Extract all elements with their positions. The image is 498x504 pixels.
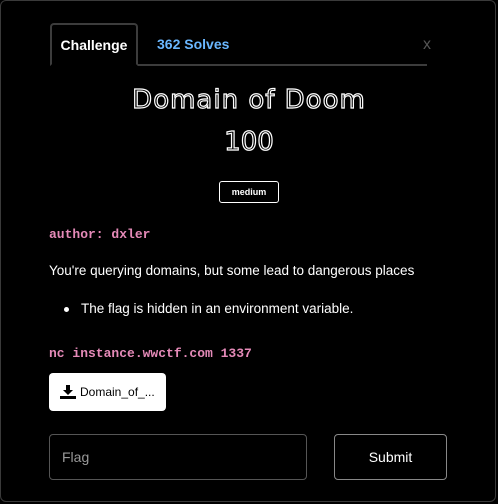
challenge-modal: Challenge 362 Solves x Domain of Doom 10… bbox=[0, 0, 496, 502]
connection-string: nc instance.wwctf.com 1337 bbox=[49, 346, 252, 361]
tab-challenge[interactable]: Challenge bbox=[50, 23, 138, 66]
download-file-label: Domain_of_... bbox=[80, 385, 155, 399]
tab-solves[interactable]: 362 Solves bbox=[157, 23, 229, 66]
challenge-title: Domain of Doom bbox=[132, 84, 366, 115]
modal-tabs: Challenge 362 Solves bbox=[50, 23, 427, 66]
submit-button[interactable]: Submit bbox=[334, 434, 447, 480]
author-line: author: dxler bbox=[49, 227, 151, 242]
difficulty-badge: medium bbox=[219, 181, 279, 203]
hint-list: The flag is hidden in an environment var… bbox=[49, 301, 353, 316]
challenge-description: You're querying domains, but some lead t… bbox=[49, 263, 415, 278]
download-file-button[interactable]: Domain_of_... bbox=[49, 373, 166, 411]
list-item-text: The flag is hidden in an environment var… bbox=[81, 301, 354, 316]
close-icon[interactable]: x bbox=[423, 37, 431, 53]
download-icon bbox=[60, 385, 76, 399]
list-item: The flag is hidden in an environment var… bbox=[49, 301, 353, 316]
challenge-points: 100 bbox=[224, 126, 275, 157]
flag-input[interactable] bbox=[49, 434, 307, 480]
bullet-dot bbox=[64, 307, 69, 312]
